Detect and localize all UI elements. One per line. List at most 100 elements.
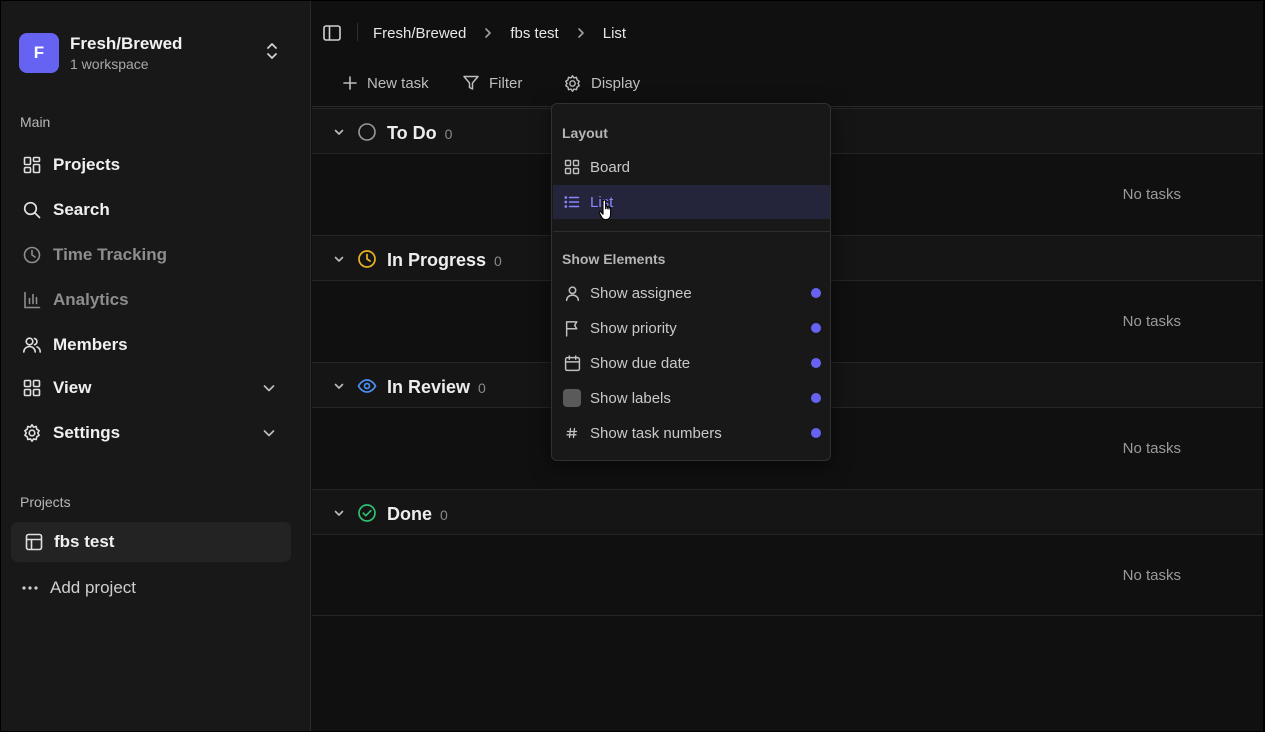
- bar-chart-icon: [21, 289, 43, 311]
- layout-icon: [23, 531, 45, 553]
- sidebar-item-members[interactable]: Members: [21, 329, 281, 361]
- display-menu: Layout Board List Show Elements Show ass…: [551, 103, 831, 461]
- breadcrumb: Fresh/Brewed fbs test List: [373, 23, 626, 43]
- sidebar-item-time-tracking[interactable]: Time Tracking: [21, 239, 281, 271]
- empty-state: No tasks: [1122, 186, 1181, 203]
- chevron-down-icon[interactable]: [333, 507, 345, 519]
- toggle-show-assignee[interactable]: Show assignee: [553, 276, 830, 310]
- new-task-label: New task: [367, 74, 429, 92]
- hash-icon: [563, 424, 581, 442]
- chevron-right-icon: [577, 28, 584, 38]
- enabled-indicator: [811, 288, 821, 298]
- user-icon: [563, 284, 581, 302]
- sidebar-item-label: Members: [53, 335, 128, 354]
- chevron-down-icon[interactable]: [333, 253, 345, 265]
- enabled-indicator: [811, 323, 821, 333]
- project-label: fbs test: [54, 532, 115, 551]
- chevron-down-icon[interactable]: [261, 380, 277, 396]
- option-label: Show task numbers: [590, 424, 722, 442]
- filter-icon: [463, 75, 479, 90]
- option-label: Show assignee: [590, 284, 692, 302]
- group-body-done: No tasks: [312, 536, 1263, 616]
- section-label-main: Main: [20, 114, 51, 130]
- group-header-done[interactable]: Done 0: [312, 489, 1263, 535]
- option-label: Show priority: [590, 319, 677, 337]
- gear-icon: [565, 74, 580, 92]
- add-project-label: Add project: [50, 578, 136, 597]
- group-count: 0: [494, 253, 502, 269]
- clock-icon: [358, 250, 376, 268]
- flag-icon: [563, 319, 581, 337]
- app-window: F Fresh/Brewed 1 workspace Main Projects…: [1, 1, 1263, 731]
- eye-icon: [357, 379, 377, 393]
- group-count: 0: [478, 380, 486, 396]
- toggle-show-due-date[interactable]: Show due date: [553, 346, 830, 380]
- menu-section-layout: Layout: [562, 125, 608, 141]
- empty-state: No tasks: [1122, 313, 1181, 330]
- new-task-button[interactable]: New task: [342, 71, 429, 95]
- menu-section-elements: Show Elements: [562, 251, 666, 267]
- breadcrumb-workspace[interactable]: Fresh/Brewed: [373, 25, 466, 42]
- option-label: Show labels: [590, 389, 671, 407]
- sidebar-item-label: View: [53, 378, 92, 397]
- clock-icon: [21, 244, 43, 266]
- workspace-name: Fresh/Brewed: [70, 33, 183, 53]
- sidebar-item-search[interactable]: Search: [21, 194, 281, 226]
- sidebar-item-label: Projects: [53, 155, 121, 174]
- add-project-button[interactable]: Add project: [21, 572, 136, 604]
- grid-icon: [563, 158, 581, 176]
- sidebar-project-fbs-test[interactable]: fbs test: [11, 522, 291, 562]
- check-circle-icon: [358, 504, 376, 522]
- divider: [357, 23, 358, 41]
- breadcrumb-project[interactable]: fbs test: [510, 25, 558, 42]
- sidebar-item-label: Settings: [53, 423, 121, 442]
- group-title: Done 0: [387, 504, 448, 524]
- toolbar: New task Filter Display: [312, 61, 1263, 107]
- sidebar-item-projects[interactable]: Projects: [21, 149, 281, 181]
- display-label: Display: [591, 74, 641, 92]
- sidebar-item-view[interactable]: View: [21, 372, 281, 404]
- workspace-switcher[interactable]: F Fresh/Brewed 1 workspace: [19, 31, 291, 75]
- chevron-down-icon[interactable]: [333, 126, 345, 138]
- group-count: 0: [444, 126, 453, 142]
- sidebar-item-settings[interactable]: Settings: [21, 417, 281, 449]
- sidebar-item-label: Search: [53, 200, 110, 219]
- breadcrumb-view: List: [602, 24, 627, 42]
- display-button[interactable]: Display: [563, 71, 640, 95]
- grid-icon: [21, 154, 43, 176]
- sidebar-item-label: Analytics: [53, 290, 129, 309]
- divider: [312, 615, 1263, 616]
- filter-label: Filter: [489, 74, 523, 92]
- search-icon: [21, 199, 43, 221]
- group-title: To Do 0: [387, 123, 453, 143]
- toggle-show-task-numbers[interactable]: Show task numbers: [553, 416, 830, 450]
- option-label: Board: [590, 158, 631, 176]
- option-label: List: [590, 193, 614, 211]
- toggle-show-priority[interactable]: Show priority: [553, 311, 830, 345]
- filter-button[interactable]: Filter: [462, 71, 522, 95]
- layout-option-list[interactable]: List: [553, 185, 830, 219]
- grid-icon: [21, 377, 43, 399]
- chevron-down-icon[interactable]: [261, 425, 277, 441]
- layout-option-board[interactable]: Board: [553, 150, 830, 184]
- enabled-indicator: [811, 393, 821, 403]
- calendar-icon: [563, 354, 581, 372]
- group-count: 0: [440, 507, 448, 523]
- enabled-indicator: [811, 358, 821, 368]
- empty-state: No tasks: [1122, 440, 1181, 457]
- enabled-indicator: [811, 428, 821, 438]
- sidebar: F Fresh/Brewed 1 workspace Main Projects…: [1, 1, 311, 731]
- list-icon: [563, 193, 581, 211]
- sidebar-toggle-icon[interactable]: [322, 23, 342, 43]
- chevron-up-down-icon: [267, 43, 277, 59]
- empty-state: No tasks: [1122, 567, 1181, 584]
- sidebar-item-label: Time Tracking: [53, 245, 168, 264]
- section-label-projects: Projects: [20, 494, 71, 510]
- circle-icon: [358, 123, 376, 141]
- group-title: In Review 0: [387, 377, 486, 397]
- workspace-count: 1 workspace: [70, 55, 149, 72]
- sidebar-item-analytics[interactable]: Analytics: [21, 284, 281, 316]
- users-icon: [21, 334, 43, 356]
- toggle-show-labels[interactable]: Show labels: [553, 381, 830, 415]
- chevron-down-icon[interactable]: [333, 380, 345, 392]
